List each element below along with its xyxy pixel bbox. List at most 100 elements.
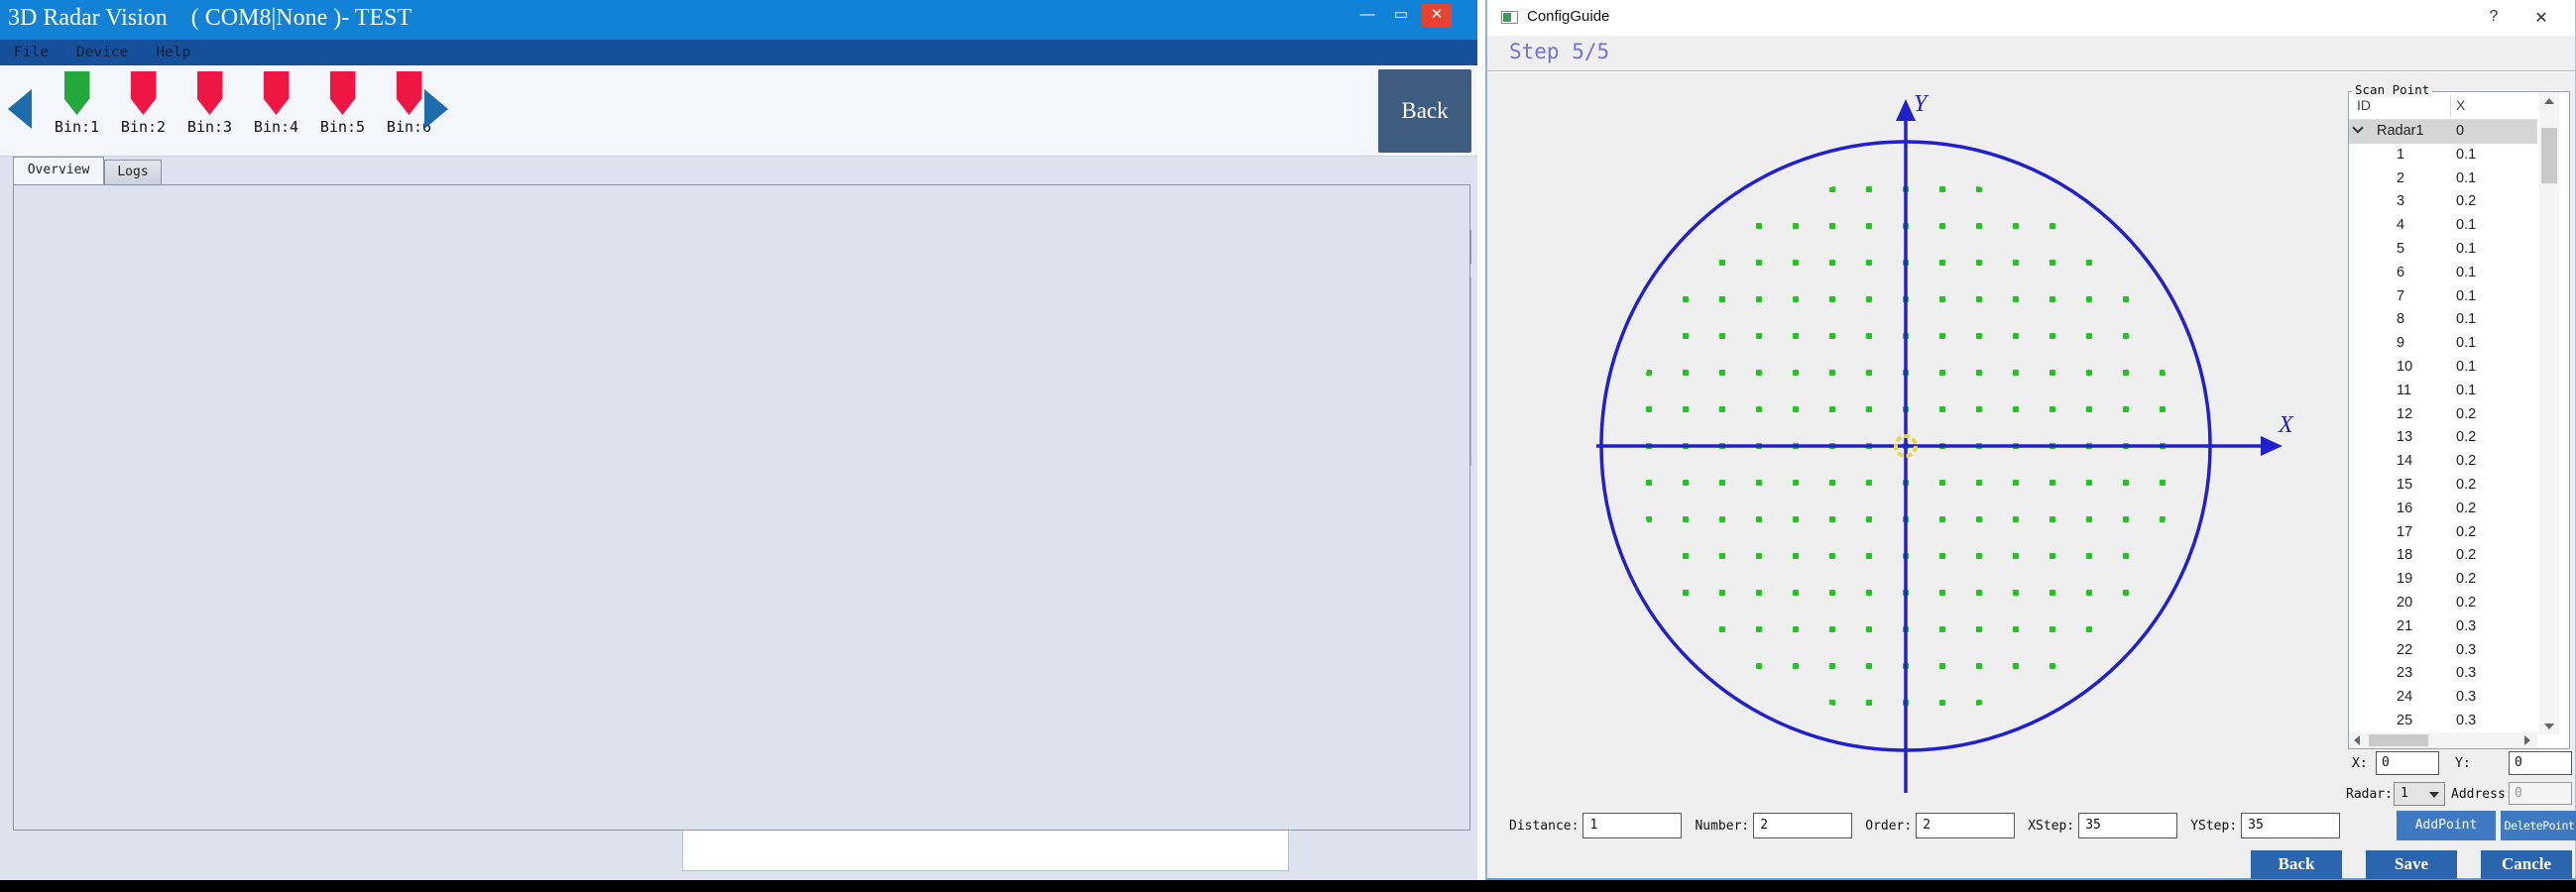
maximize-button[interactable]: ▭ bbox=[1386, 4, 1416, 27]
wizard-back-button[interactable]: Back bbox=[2251, 850, 2342, 879]
dialog-close-button[interactable]: ✕ bbox=[2529, 8, 2553, 28]
cell-x: 0.1 bbox=[2456, 359, 2476, 375]
bin-status-icon[interactable] bbox=[264, 71, 290, 115]
config-field-label: Distance: bbox=[1509, 819, 1579, 834]
expander-icon[interactable] bbox=[2352, 122, 2363, 133]
delete-point-button[interactable]: DeletePoint bbox=[2501, 811, 2576, 840]
help-button[interactable]: ? bbox=[2482, 8, 2506, 26]
next-bins-icon[interactable] bbox=[424, 89, 448, 129]
cell-id: 21 bbox=[2397, 618, 2412, 634]
cell-id: Radar1 bbox=[2377, 123, 2424, 139]
tab-overview[interactable]: Overview bbox=[13, 157, 104, 184]
config-field-input[interactable]: 2 bbox=[1753, 813, 1852, 838]
bin-status-icon[interactable] bbox=[397, 71, 422, 115]
vertical-scrollbar[interactable] bbox=[2539, 92, 2559, 734]
table-row[interactable]: 9 0.1 bbox=[2349, 332, 2537, 356]
table-row[interactable]: 11 0.1 bbox=[2349, 380, 2537, 403]
tab-logs[interactable]: Logs bbox=[104, 160, 162, 184]
minimize-button[interactable]: — bbox=[1352, 4, 1382, 27]
table-row[interactable]: 10 0.1 bbox=[2349, 356, 2537, 380]
scroll-right-button[interactable] bbox=[2517, 732, 2537, 748]
column-header-id[interactable]: ID bbox=[2357, 97, 2371, 113]
x-axis-arrow-icon bbox=[2261, 436, 2283, 456]
table-row[interactable]: 14 0.2 bbox=[2349, 450, 2537, 474]
column-header-x[interactable]: X bbox=[2456, 97, 2465, 113]
config-field-input[interactable]: 2 bbox=[1916, 813, 2015, 838]
horizontal-scrollbar[interactable] bbox=[2349, 732, 2537, 748]
config-field-input[interactable]: 35 bbox=[2241, 813, 2340, 838]
table-row[interactable]: 25 0.3 bbox=[2349, 710, 2537, 733]
y-field[interactable]: 0 bbox=[2509, 751, 2572, 775]
menu-item[interactable]: Help bbox=[142, 43, 204, 62]
config-field-input[interactable]: 1 bbox=[1582, 813, 1682, 838]
table-row[interactable]: 13 0.2 bbox=[2349, 426, 2537, 450]
bin-item[interactable]: Bin:4 bbox=[243, 71, 309, 136]
scan-pattern-plot[interactable]: X Y bbox=[1487, 73, 2479, 852]
cell-x: 0.2 bbox=[2456, 429, 2476, 445]
back-button[interactable]: Back bbox=[1378, 69, 1471, 153]
radar-select[interactable]: 1 bbox=[2394, 782, 2445, 806]
config-field-input[interactable]: 35 bbox=[2078, 813, 2177, 838]
x-axis-label: X bbox=[2278, 412, 2294, 438]
y-axis-label: Y bbox=[1914, 91, 1930, 117]
table-row[interactable]: 4 0.1 bbox=[2349, 214, 2537, 238]
menu-item[interactable]: Device bbox=[62, 43, 142, 62]
cell-x: 0.1 bbox=[2456, 265, 2476, 280]
config-field-label: XStep: bbox=[2028, 819, 2074, 834]
bin-item[interactable]: Bin:5 bbox=[309, 71, 376, 136]
table-row[interactable]: 3 0.2 bbox=[2349, 190, 2537, 214]
config-field: Distance: 1 bbox=[1509, 813, 1682, 838]
table-row[interactable]: 21 0.3 bbox=[2349, 615, 2537, 639]
cell-id: 1 bbox=[2397, 147, 2404, 163]
table-row[interactable]: 16 0.2 bbox=[2349, 498, 2537, 521]
table-row[interactable]: 2 0.1 bbox=[2349, 167, 2537, 191]
scroll-down-button[interactable] bbox=[2539, 717, 2559, 734]
table-row[interactable]: 23 0.3 bbox=[2349, 662, 2537, 686]
scrollbar-thumb[interactable] bbox=[2369, 734, 2428, 746]
cell-id: 5 bbox=[2397, 241, 2404, 257]
column-divider[interactable] bbox=[2450, 95, 2451, 117]
scrollbar-thumb[interactable] bbox=[2541, 128, 2557, 183]
config-field: XStep: 35 bbox=[2028, 813, 2177, 838]
cell-id: 9 bbox=[2397, 335, 2404, 351]
table-row[interactable]: Radar1 0 bbox=[2349, 120, 2537, 144]
close-button[interactable]: ✕ bbox=[1422, 4, 1452, 27]
bin-status-icon[interactable] bbox=[197, 71, 223, 115]
table-row[interactable]: 15 0.2 bbox=[2349, 474, 2537, 498]
table-row[interactable]: 19 0.2 bbox=[2349, 568, 2537, 592]
x-field[interactable]: 0 bbox=[2376, 751, 2439, 775]
add-point-button[interactable]: AddPoint bbox=[2397, 811, 2496, 840]
bin-item[interactable]: Bin:3 bbox=[176, 71, 243, 136]
table-row[interactable]: 7 0.1 bbox=[2349, 285, 2537, 309]
bin-status-icon[interactable] bbox=[131, 71, 157, 115]
scan-point-group-label: Scan Point bbox=[2352, 82, 2432, 97]
cell-id: 11 bbox=[2397, 383, 2411, 398]
bin-item[interactable]: Bin:1 bbox=[44, 71, 110, 136]
table-row[interactable]: 20 0.2 bbox=[2349, 592, 2537, 615]
scroll-up-button[interactable] bbox=[2539, 92, 2559, 110]
menu-item[interactable]: File bbox=[0, 43, 62, 62]
cell-x: 0.3 bbox=[2456, 689, 2476, 705]
table-row[interactable]: 22 0.3 bbox=[2349, 639, 2537, 663]
wizard-cancel-button[interactable]: Cancle bbox=[2481, 850, 2572, 879]
bin-status-icon[interactable] bbox=[330, 71, 356, 115]
cell-id: 25 bbox=[2397, 713, 2412, 728]
table-row[interactable]: 24 0.3 bbox=[2349, 686, 2537, 710]
table-row[interactable]: 12 0.2 bbox=[2349, 403, 2537, 427]
bin-item[interactable]: Bin:2 bbox=[110, 71, 176, 136]
bin-status-icon[interactable] bbox=[64, 71, 90, 115]
table-row[interactable]: 1 0.1 bbox=[2349, 144, 2537, 167]
scan-point-table: ID X Radar1 0 1 0.1 bbox=[2348, 91, 2570, 749]
cell-x: 0.1 bbox=[2456, 147, 2476, 163]
dialog-title: ConfigGuide bbox=[1527, 8, 1609, 25]
table-row[interactable]: 5 0.1 bbox=[2349, 238, 2537, 262]
table-row[interactable]: 17 0.2 bbox=[2349, 521, 2537, 545]
previous-bins-icon[interactable] bbox=[8, 89, 32, 129]
table-row[interactable]: 8 0.1 bbox=[2349, 308, 2537, 332]
wizard-save-button[interactable]: Save bbox=[2366, 850, 2457, 879]
config-field-label: YStep: bbox=[2190, 819, 2237, 834]
table-row[interactable]: 18 0.2 bbox=[2349, 544, 2537, 568]
table-row[interactable]: 6 0.1 bbox=[2349, 262, 2537, 285]
scroll-left-button[interactable] bbox=[2349, 732, 2369, 748]
cell-id: 18 bbox=[2397, 547, 2412, 563]
